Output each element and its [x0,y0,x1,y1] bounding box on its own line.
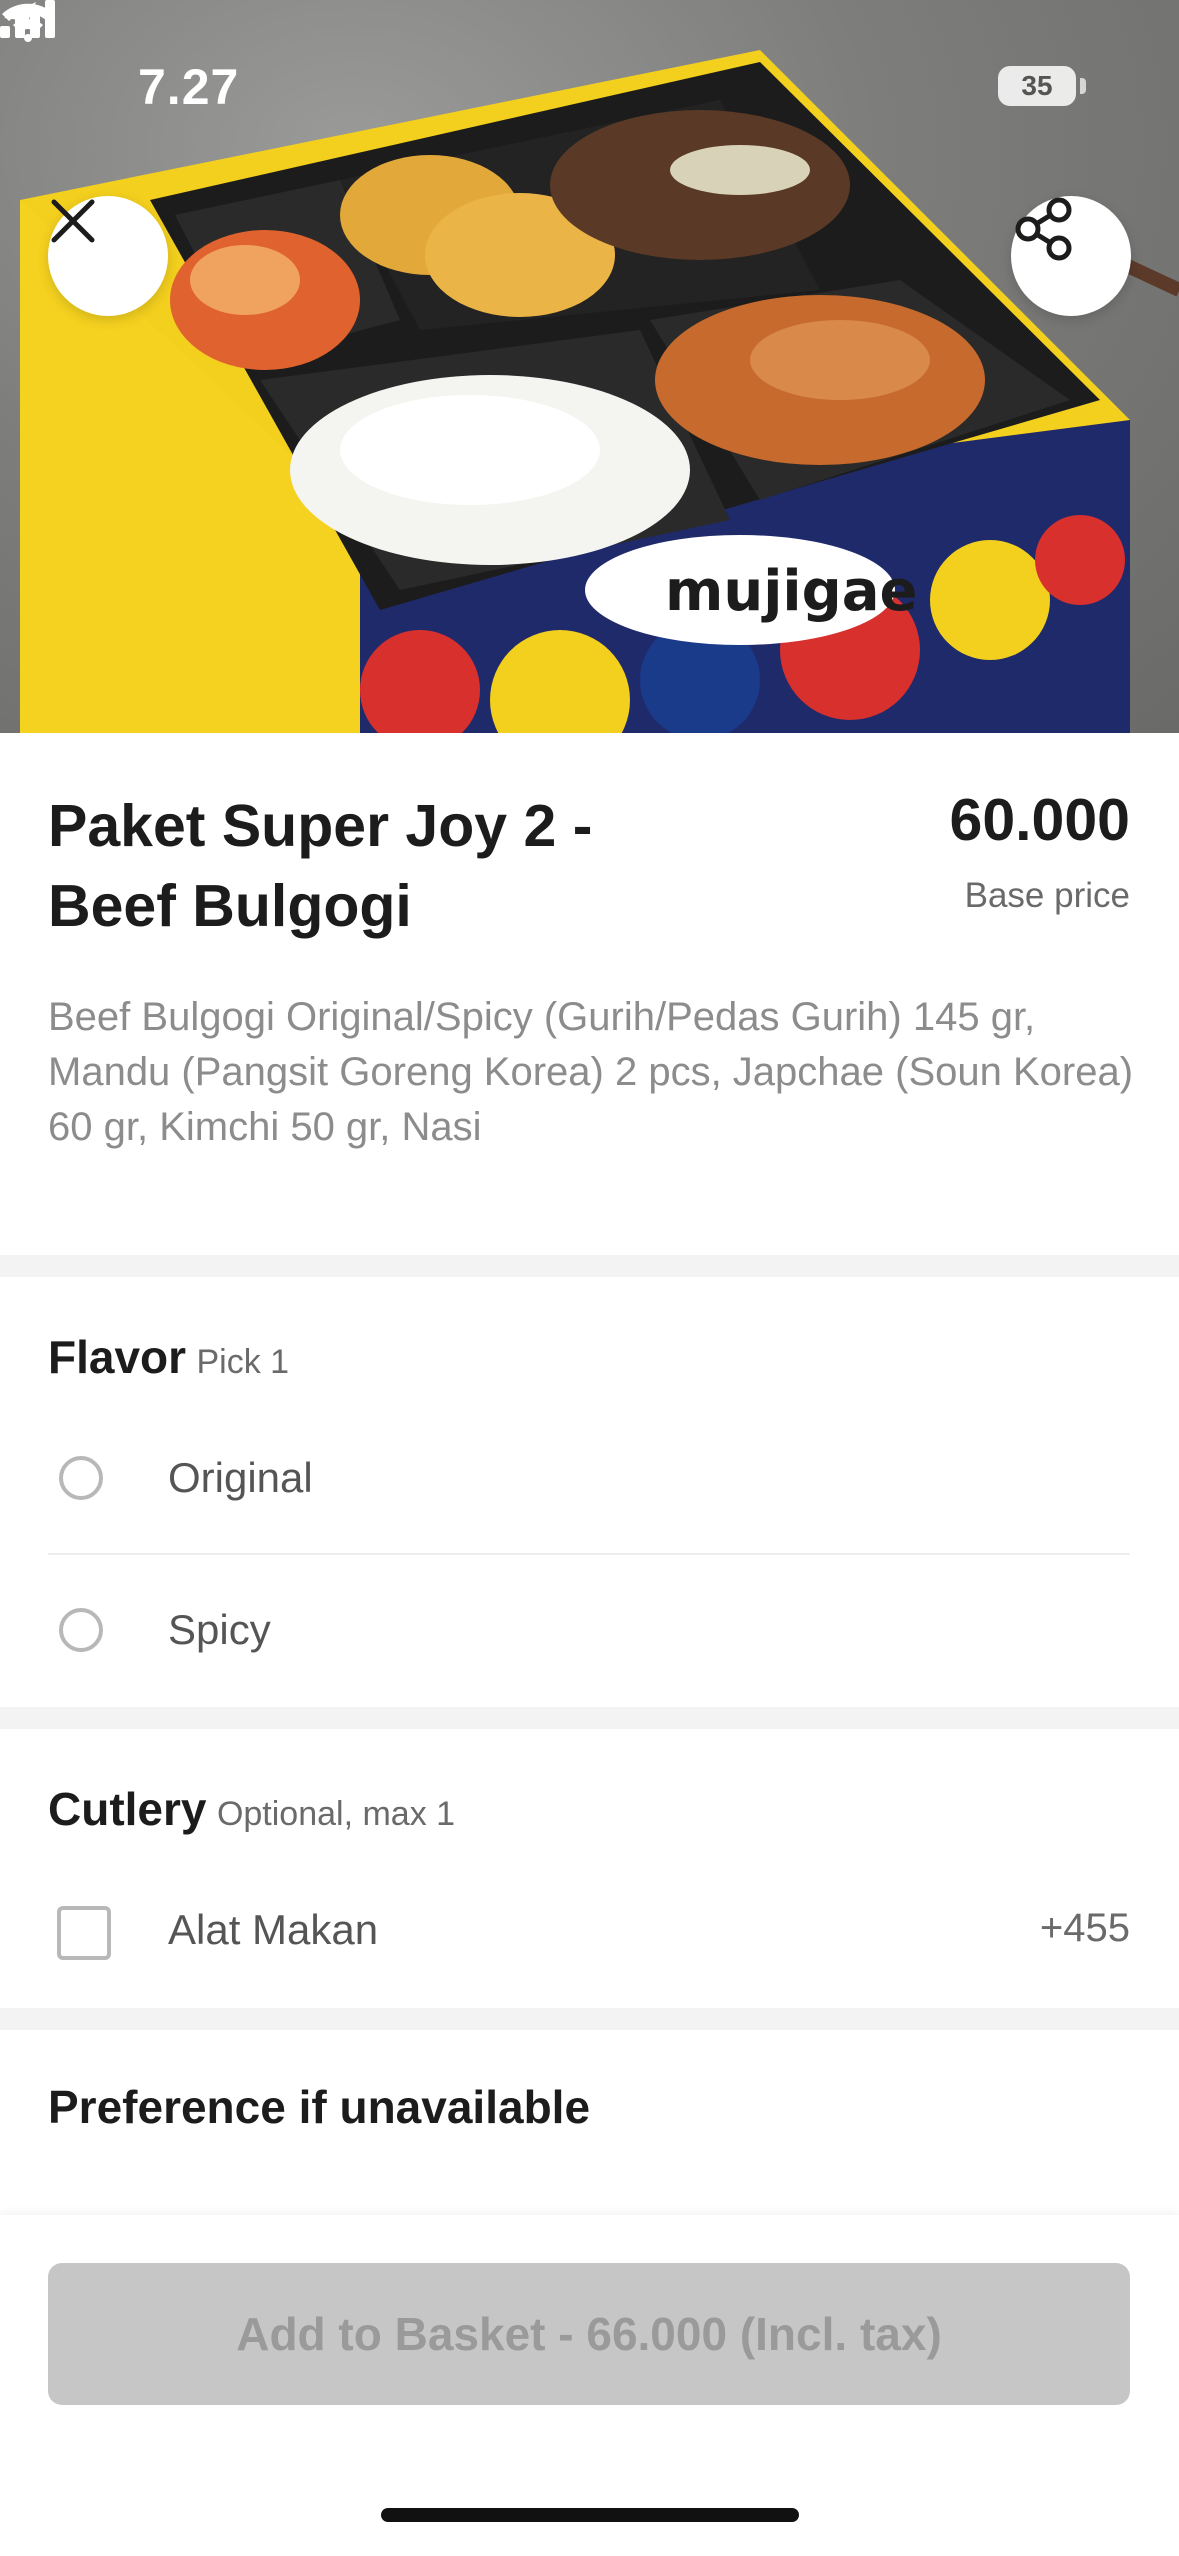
radio-button[interactable] [59,1456,103,1500]
status-time: 7.27 [138,59,240,115]
product-title: Paket Super Joy 2 - Beef Bulgogi [48,793,593,939]
wifi-icon [2,3,54,42]
preference-title: Preference if unavailable [48,2081,591,2133]
cutlery-header: Cutlery Optional, max 1 [48,1782,455,1836]
close-button[interactable] [48,196,168,316]
status-bar: 7.27 35 [0,0,1179,170]
flavor-title: Flavor [48,1331,187,1383]
product-description: Beef Bulgogi Original/Spicy (Gurih/Pedas… [48,995,1134,1149]
share-icon [1015,197,1072,261]
radio-button[interactable] [59,1608,103,1652]
checkbox[interactable] [57,1906,111,1960]
cutlery-hint: Optional, max 1 [216,1795,456,1833]
flavor-option-spicy[interactable]: Spicy [48,1578,1130,1688]
preference-header: Preference if unavailable [48,2080,590,2134]
battery-icon: 35 [998,66,1076,106]
box-logo-text: mujigae [665,559,917,624]
battery-cap [1080,78,1086,94]
section-divider [0,2008,1179,2030]
cutlery-title: Cutlery [48,1783,207,1835]
flavor-option-original[interactable]: Original [48,1426,1130,1536]
home-indicator[interactable] [381,2508,799,2522]
close-icon [51,199,95,243]
product-price: 60.000 [949,787,1130,853]
add-to-basket-button[interactable]: Add to Basket - 66.000 (Incl. tax) [48,2263,1130,2405]
option-label: Alat Makan [168,1906,379,1953]
section-divider [0,1255,1179,1277]
flavor-hint: Pick 1 [196,1343,290,1381]
option-label: Spicy [168,1606,271,1653]
option-price: +455 [1039,1906,1130,1950]
flavor-header: Flavor Pick 1 [48,1330,289,1384]
bottom-action-bar: Add to Basket - 66.000 (Incl. tax) [0,2215,1179,2556]
cutlery-option-alat-makan[interactable]: Alat Makan +455 [48,1878,1130,1988]
price-caption: Base price [964,876,1130,915]
option-label: Original [168,1454,313,1501]
section-divider [0,1707,1179,1729]
share-button[interactable] [1011,196,1131,316]
battery-level: 35 [1021,70,1053,101]
hero-image: mujigae 7.27 35 [0,0,1179,733]
option-separator [48,1553,1130,1555]
